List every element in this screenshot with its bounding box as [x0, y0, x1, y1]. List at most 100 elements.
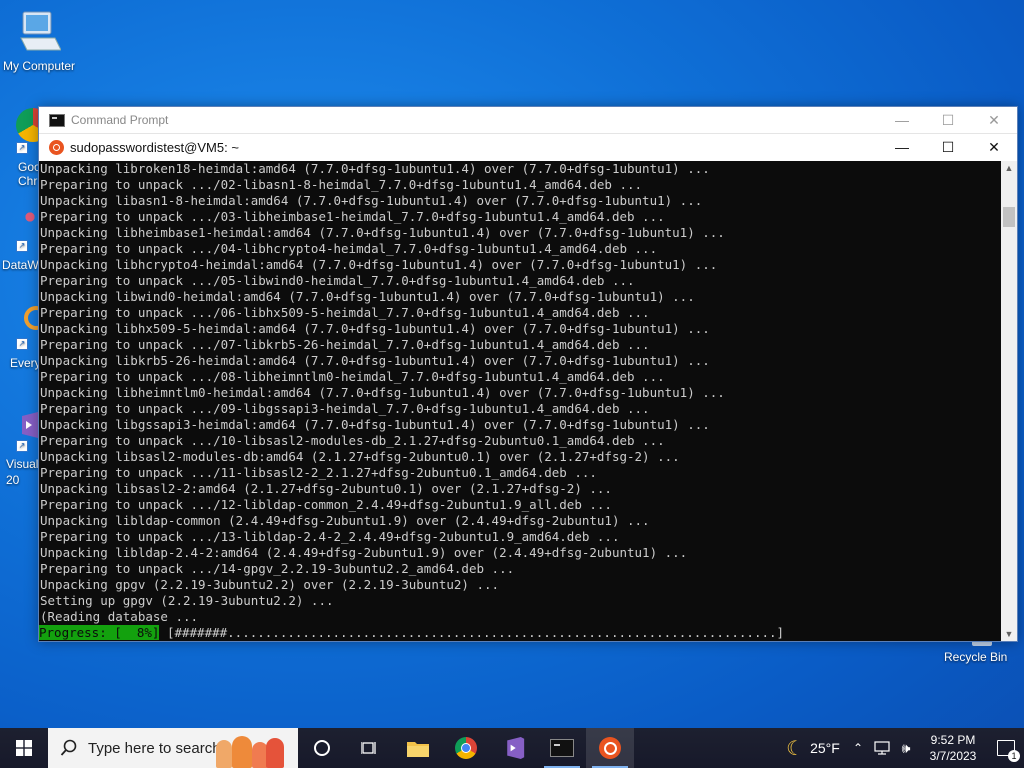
desktop-icon-label: Every	[10, 356, 41, 370]
terminal-line: Unpacking libldap-common (2.4.49+dfsg-2u…	[40, 513, 650, 528]
taskbar-ubuntu[interactable]	[586, 728, 634, 768]
terminal-line: Unpacking libasn1-8-heimdal:amd64 (7.7.0…	[40, 193, 703, 208]
terminal-line: Preparing to unpack .../12-libldap-commo…	[40, 497, 612, 512]
scroll-up-arrow-icon[interactable]: ▲	[1001, 163, 1017, 173]
terminal-line: Preparing to unpack .../06-libhx509-5-he…	[40, 305, 650, 320]
terminal-line: Preparing to unpack .../04-libhcrypto4-h…	[40, 241, 658, 256]
taskbar: Type here to search ☾ 25°F ⌃ 🕪 9:52 PM 3…	[0, 728, 1024, 768]
scroll-down-arrow-icon[interactable]: ▼	[1001, 629, 1017, 639]
show-hidden-icons-button[interactable]: ⌃	[846, 728, 870, 768]
desktop-icon-label: Recycle Bin	[944, 650, 1008, 664]
terminal-line: Unpacking libwind0-heimdal:amd64 (7.7.0+…	[40, 289, 695, 304]
ubuntu-titlebar[interactable]: sudopasswordistest@VM5: ~ — ☐ ✕	[39, 133, 1017, 160]
terminal-line: (Reading database ...	[40, 609, 199, 624]
terminal-line: Unpacking libheimbase1-heimdal:amd64 (7.…	[40, 225, 725, 240]
shortcut-arrow-icon: ↗	[16, 142, 28, 154]
visual-studio-icon	[507, 737, 525, 759]
desktop-icon-my-computer[interactable]: My Computer	[0, 8, 78, 73]
terminal-line: Unpacking libhx509-5-heimdal:amd64 (7.7.…	[40, 321, 710, 336]
desktop-icon-visual-studio[interactable]: ↗ Visual 20	[4, 412, 42, 487]
apt-progress-line: Progress: [ 8%] [#######................…	[39, 625, 1001, 641]
terminal-line: Preparing to unpack .../09-libgssapi3-he…	[40, 401, 650, 416]
terminal-line: Unpacking libhcrypto4-heimdal:amd64 (7.7…	[40, 257, 718, 272]
desktop-icon-datawrangler[interactable]: ↗ DataW	[2, 206, 40, 272]
desktop-icon-label: DataW	[2, 258, 39, 272]
terminal-line: Preparing to unpack .../10-libsasl2-modu…	[40, 433, 665, 448]
notification-count: 1	[1008, 750, 1020, 762]
progress-bar-text: [#######................................…	[159, 625, 785, 640]
weather-temperature: 25°F	[810, 740, 840, 756]
shortcut-arrow-icon: ↗	[16, 338, 28, 350]
terminal-line: Preparing to unpack .../14-gpgv_2.2.19-3…	[40, 561, 515, 576]
terminal-line: Preparing to unpack .../13-libldap-2.4-2…	[40, 529, 620, 544]
desktop-icon-label: Visual 20	[6, 457, 39, 487]
system-tray: ☾ 25°F ⌃ 🕪 9:52 PM 3/7/2023 1	[780, 728, 1024, 768]
folder-icon	[407, 742, 429, 757]
weather-widget[interactable]: ☾ 25°F	[780, 728, 846, 768]
cortana-circle-icon	[314, 740, 330, 756]
notification-icon: 1	[997, 740, 1020, 762]
computer-icon	[20, 11, 62, 51]
clock[interactable]: 9:52 PM 3/7/2023	[918, 728, 988, 768]
close-button[interactable]: ✕	[971, 134, 1017, 160]
terminal-line: Preparing to unpack .../08-libheimntlm0-…	[40, 369, 665, 384]
terminal-line: Preparing to unpack .../03-libheimbase1-…	[40, 209, 665, 224]
terminal-line: Unpacking libsasl2-modules-db:amd64 (2.1…	[40, 449, 680, 464]
network-button[interactable]	[870, 728, 894, 768]
volume-button[interactable]: 🕪	[894, 728, 918, 768]
terminal-line: Preparing to unpack .../07-libkrb5-26-he…	[40, 337, 650, 352]
desktop-icon-everything[interactable]: ↗ Every	[8, 306, 48, 372]
chrome-icon	[455, 737, 477, 759]
speaker-icon: 🕪	[901, 739, 911, 756]
taskbar-visual-studio[interactable]	[490, 728, 538, 768]
task-view-icon	[361, 742, 376, 754]
close-button[interactable]: ✕	[971, 107, 1017, 133]
terminal-output[interactable]: Unpacking libroken18-heimdal:amd64 (7.7.…	[39, 161, 1001, 641]
maximize-button[interactable]: ☐	[925, 107, 971, 133]
maximize-button[interactable]: ☐	[925, 134, 971, 160]
vertical-scrollbar[interactable]: ▲ ▼	[1001, 161, 1017, 641]
terminal-line: Unpacking libgssapi3-heimdal:amd64 (7.7.…	[40, 417, 710, 432]
shortcut-arrow-icon: ↗	[16, 240, 28, 252]
minimize-button[interactable]: —	[879, 134, 925, 160]
start-button[interactable]	[0, 728, 48, 768]
terminal-line: Unpacking libldap-2.4-2:amd64 (2.4.49+df…	[40, 545, 688, 560]
taskbar-file-explorer[interactable]	[394, 728, 442, 768]
ubuntu-icon	[599, 737, 621, 759]
scrollbar-thumb[interactable]	[1003, 207, 1015, 227]
terminal-line: Setting up gpgv (2.2.19-3ubuntu2.2) ...	[40, 593, 334, 608]
search-icon	[60, 739, 77, 756]
command-prompt-window[interactable]: Command Prompt — ☐ ✕ sudopasswordistest@…	[38, 106, 1018, 642]
notification-center-button[interactable]: 1	[988, 728, 1024, 768]
taskbar-chrome[interactable]	[442, 728, 490, 768]
chevron-up-icon: ⌃	[852, 741, 864, 755]
task-view-button[interactable]	[346, 728, 394, 768]
search-placeholder: Type here to search	[88, 739, 221, 757]
window-title: sudopasswordistest@VM5: ~	[70, 139, 239, 155]
terminal-line: Unpacking gpgv (2.2.19-3ubuntu2.2) over …	[40, 577, 500, 592]
terminal-line: Unpacking libkrb5-26-heimdal:amd64 (7.7.…	[40, 353, 710, 368]
cortana-button[interactable]	[298, 728, 346, 768]
terminal-line: Preparing to unpack .../05-libwind0-heim…	[40, 273, 635, 288]
terminal-line: Unpacking libroken18-heimdal:amd64 (7.7.…	[40, 161, 710, 176]
windows-logo-icon	[16, 740, 32, 756]
desktop-icon-recycle-bin[interactable]: Recycle Bin	[944, 636, 1008, 664]
search-highlight-illustration-icon	[210, 734, 290, 768]
terminal-line: Preparing to unpack .../02-libasn1-8-hei…	[40, 177, 643, 192]
command-prompt-icon	[550, 739, 574, 757]
search-box[interactable]: Type here to search	[48, 728, 298, 768]
command-prompt-icon	[49, 113, 65, 127]
terminal-line: Unpacking libheimntlm0-heimdal:amd64 (7.…	[40, 385, 725, 400]
clock-date: 3/7/2023	[929, 749, 977, 763]
ubuntu-icon	[49, 139, 64, 155]
shortcut-arrow-icon: ↗	[16, 440, 28, 452]
progress-badge: Progress: [ 8%]	[39, 625, 160, 640]
clock-time: 9:52 PM	[930, 733, 976, 747]
minimize-button[interactable]: —	[879, 107, 925, 133]
command-prompt-titlebar[interactable]: Command Prompt — ☐ ✕	[39, 107, 1017, 133]
terminal-lines: Unpacking libroken18-heimdal:amd64 (7.7.…	[39, 161, 1001, 625]
moon-icon: ☾	[786, 737, 805, 760]
terminal-line: Preparing to unpack .../11-libsasl2-2_2.…	[40, 465, 597, 480]
terminal-line: Unpacking libsasl2-2:amd64 (2.1.27+dfsg-…	[40, 481, 612, 496]
taskbar-command-prompt[interactable]	[538, 728, 586, 768]
